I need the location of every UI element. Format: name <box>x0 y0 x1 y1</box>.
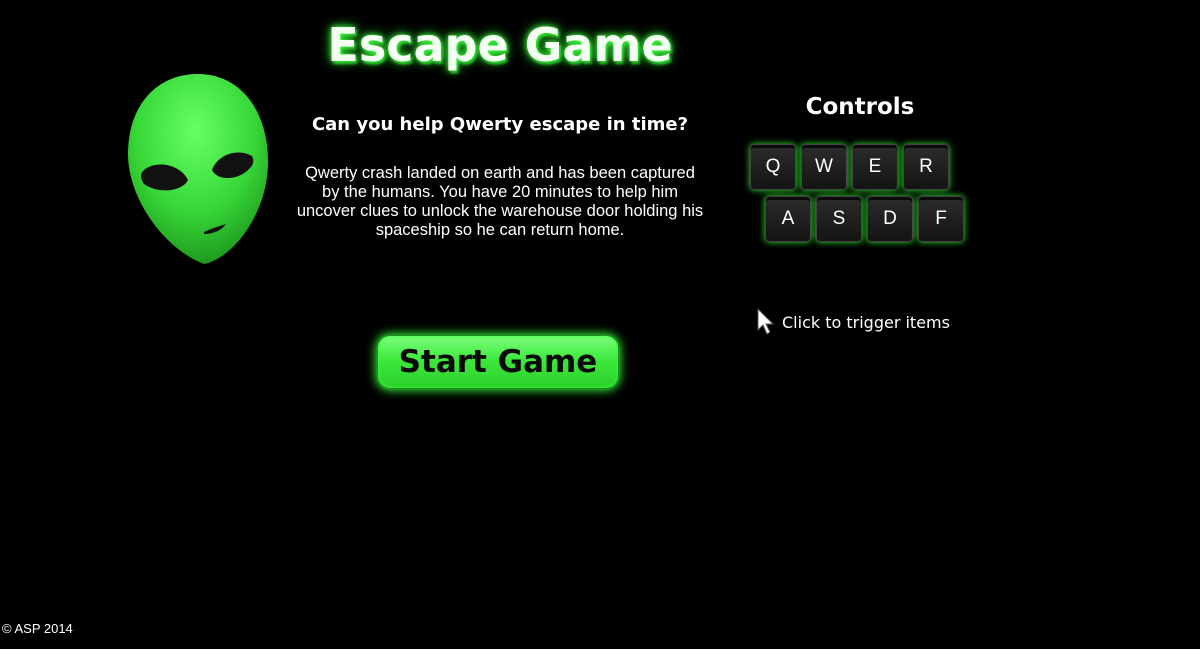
key-e: E <box>852 144 898 190</box>
game-title: Escape Game <box>327 18 673 72</box>
start-game-button[interactable]: Start Game <box>376 334 620 390</box>
key-f: F <box>918 196 964 242</box>
click-hint: Click to trigger items <box>756 308 950 336</box>
controls-title: Controls <box>805 94 915 120</box>
start-game-label: Start Game <box>398 344 598 380</box>
click-hint-label: Click to trigger items <box>782 312 950 332</box>
key-a: A <box>765 196 811 242</box>
key-q: Q <box>750 144 796 190</box>
key-d: D <box>867 196 913 242</box>
key-w: W <box>801 144 847 190</box>
subtitle: Can you help Qwerty escape in time? <box>311 114 689 135</box>
mouse-pointer-icon <box>757 308 775 335</box>
key-r: R <box>903 144 949 190</box>
alien-head-icon <box>128 74 268 264</box>
story-text: Qwerty crash landed on earth and has bee… <box>296 164 704 239</box>
copyright-footer: © ASP 2014 <box>2 621 73 636</box>
key-s: S <box>816 196 862 242</box>
